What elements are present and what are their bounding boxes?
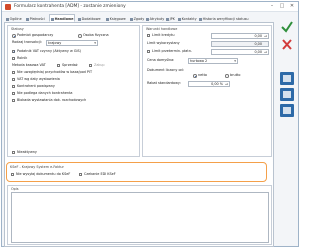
handlowe-panel: Statusy Podmiot gospodarczy Osoba fizycz…	[4, 22, 274, 247]
checkbox-nieaktywny-label: Nieaktywny	[17, 150, 37, 154]
checkbox-nie-uwzgledniaj[interactable]	[12, 71, 16, 75]
save-button[interactable]	[280, 20, 294, 33]
checkbox-nie-podlega[interactable]	[12, 92, 16, 96]
tab-icon	[26, 17, 29, 21]
vat-button[interactable]	[280, 88, 294, 101]
tab-ksiegowe[interactable]: Księgowe	[104, 14, 128, 22]
metoda-kasowa-label: Metoda kasowa VAT	[12, 63, 46, 67]
save-check-icon	[281, 21, 293, 33]
checkbox-zakup[interactable]	[89, 64, 93, 68]
tab-atrybuty[interactable]: Atrybuty	[144, 14, 166, 22]
window-title: Formularz kontrahenta [ADM] - zostanie z…	[14, 4, 126, 9]
radio-brutto[interactable]	[225, 74, 229, 78]
vat-icon	[283, 91, 291, 98]
app-icon	[5, 4, 11, 10]
limit-przetermin-value: 0,00	[254, 50, 262, 54]
tab-icon	[130, 17, 133, 21]
tab-strip: Ogólne Płatności Handlowe Dodatkowe Księ…	[4, 14, 274, 22]
checkbox-zakup-label: Zakup	[94, 63, 105, 67]
radio-netto[interactable]	[193, 74, 197, 78]
checkbox-nie-uwzgledniaj-label: Nie uwzględniaj przychodów w baza/pod PI…	[17, 70, 93, 74]
checkbox-kontrahent-powiazany-label: Kontrahent powiązany	[17, 84, 55, 88]
tab-jpk[interactable]: JPK	[164, 14, 177, 22]
cancel-x-icon	[282, 39, 292, 50]
checkbox-limit-kredytu[interactable]	[147, 34, 151, 38]
opis-label: Opis	[11, 187, 19, 191]
limit-kredytu-input[interactable]: 0,00 ▴▾	[211, 33, 269, 39]
checkbox-rolnik[interactable]	[12, 57, 16, 61]
gis-icon	[283, 75, 291, 82]
limit-kredytu-value: 0,00	[254, 34, 262, 38]
contractor-form-window: Formularz kontrahenta [ADM] - zostanie z…	[1, 1, 299, 247]
ksef-highlight-frame	[6, 162, 267, 182]
transaction-type-select[interactable]: krajowy	[46, 40, 98, 46]
radio-brutto-label: brutto	[230, 73, 241, 77]
trade-conditions-group: Warunki handlowe Limit kredytu 0,00 ▴▾ Li…	[142, 25, 272, 157]
checkbox-blokada[interactable]	[12, 99, 16, 103]
checkbox-nieaktywny[interactable]	[12, 151, 16, 155]
tab-handlowe[interactable]: Handlowe	[49, 14, 76, 22]
radio-osoba[interactable]	[78, 34, 82, 38]
limit-wykorzystany-value: 0,00	[211, 41, 269, 47]
title-bar: Formularz kontrahenta [ADM] - zostanie z…	[2, 2, 298, 12]
radio-netto-label: netto	[198, 73, 207, 77]
rabat-label: Rabat standardowy:	[147, 81, 181, 85]
radio-podmiot-label: Podmiot gospodarczy	[17, 33, 54, 37]
checkbox-rolnik-label: Rolnik	[17, 56, 28, 60]
tab-icon	[106, 17, 109, 21]
cena-domyslna-select[interactable]: hurtowa 2	[188, 58, 238, 64]
transaction-type-label: Rodzaj transakcji:	[12, 40, 42, 44]
tab-icon	[6, 17, 9, 21]
cena-domyslna-label: Cena domyślna:	[147, 58, 175, 62]
tab-icon	[51, 17, 54, 21]
limit-przetermin-input[interactable]: 0,00 ▴▾	[211, 49, 269, 55]
tab-icon	[146, 17, 149, 21]
checkbox-vat-wg-daty-label: VAT wg daty wystawienia	[17, 77, 60, 81]
tab-platnosci[interactable]: Płatności	[24, 14, 47, 22]
cancel-button[interactable]	[280, 38, 294, 51]
checkbox-nie-podlega-label: Nie podlega danych kontrahenta	[17, 91, 73, 95]
spin-icon: ▴▾	[225, 83, 228, 86]
checkbox-vat-wg-daty[interactable]	[12, 78, 16, 82]
limit-wykorzystany-label: Limit wykorzystany	[147, 41, 180, 45]
gis-button[interactable]	[280, 72, 294, 85]
vies-button[interactable]	[280, 104, 294, 117]
vies-icon	[283, 107, 291, 114]
checkbox-blokada-label: Blokada wystawiania dok. rozchodowych	[17, 98, 87, 102]
tab-icon	[178, 17, 181, 21]
trade-conditions-title: Warunki handlowe	[146, 27, 178, 31]
maximize-button[interactable]: □	[278, 3, 286, 10]
status-group: Statusy Podmiot gospodarczy Osoba fizycz…	[7, 25, 140, 157]
spin-icon: ▴▾	[264, 51, 267, 54]
radio-podmiot[interactable]	[12, 34, 16, 38]
status-group-title: Statusy	[11, 27, 24, 31]
rabat-input[interactable]: 0,00 % ▴▾	[188, 81, 230, 87]
rabat-value: 0,00 %	[211, 82, 223, 86]
tab-dodatkowe[interactable]: Dodatkowe	[76, 14, 103, 22]
close-button[interactable]: ✕	[288, 3, 296, 10]
checkbox-podatnik-vat-label: Podatnik VAT czynny (Aktywny w GIS)	[17, 49, 81, 53]
tab-ogolne[interactable]: Ogólne	[4, 14, 24, 22]
tab-historia[interactable]: Historia weryfikacji statusu	[197, 14, 251, 22]
checkbox-sprzedaz-label: Sprzedaż	[62, 63, 78, 67]
dokument-liczony-label: Dokument liczony od:	[147, 68, 184, 72]
spin-icon: ▴▾	[264, 35, 267, 38]
limit-przetermin-label: Limit przetermin. płatn.	[152, 49, 192, 53]
checkbox-podatnik-vat[interactable]	[12, 50, 16, 54]
opis-textarea[interactable]	[11, 192, 269, 243]
radio-osoba-label: Osoba fizyczna	[83, 33, 109, 37]
tab-icon	[166, 17, 169, 21]
minimize-button[interactable]: –	[268, 3, 276, 10]
opis-group: Opis	[7, 185, 272, 245]
tab-icon	[78, 17, 81, 21]
action-sidebar	[276, 14, 298, 247]
limit-kredytu-label: Limit kredytu	[152, 33, 175, 37]
tab-kontakty[interactable]: Kontakty	[176, 14, 199, 22]
checkbox-sprzedaz[interactable]	[57, 64, 61, 68]
checkbox-limit-przetermin[interactable]	[147, 50, 151, 54]
checkbox-kontrahent-powiazany[interactable]	[12, 85, 16, 89]
tab-icon	[199, 17, 202, 21]
